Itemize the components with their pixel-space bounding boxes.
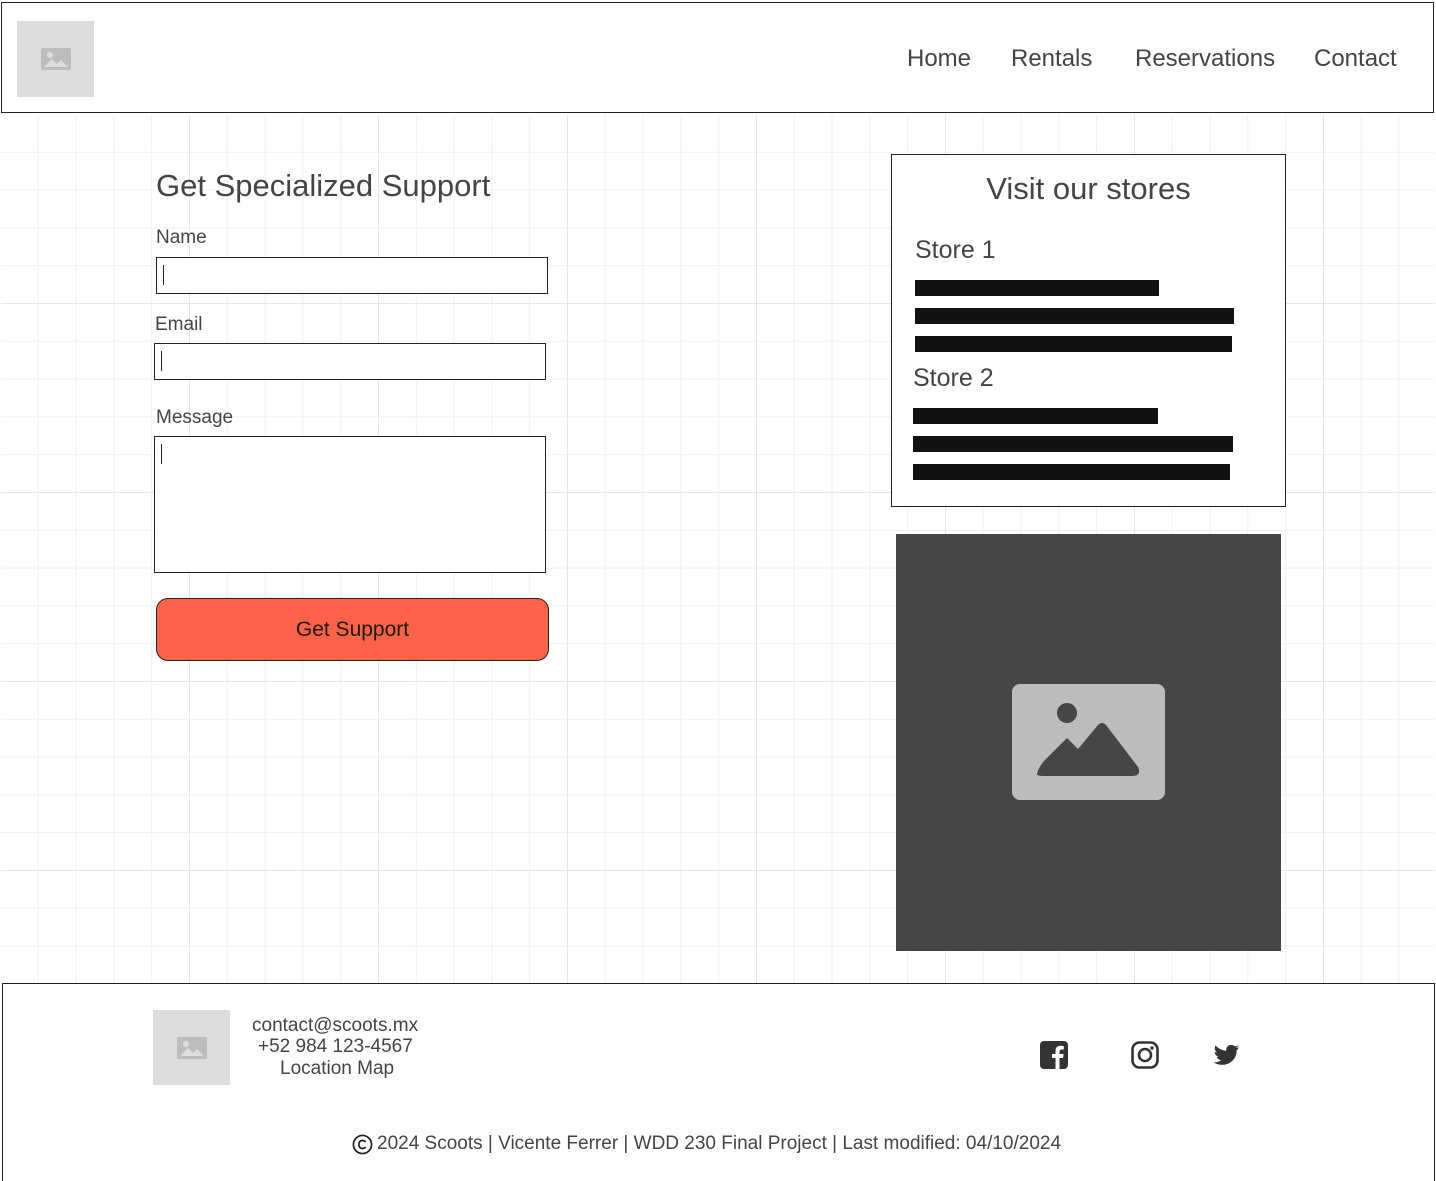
stores-title: Visit our stores bbox=[986, 171, 1191, 206]
name-label: Name bbox=[156, 227, 207, 248]
name-field[interactable] bbox=[156, 257, 548, 294]
store-name: Store 2 bbox=[913, 364, 994, 392]
footer-copyright: 2024 Scoots | Vicente Ferrer | WDD 230 F… bbox=[352, 1133, 1061, 1155]
redacted-text bbox=[913, 436, 1233, 452]
twitter-icon[interactable] bbox=[1211, 1040, 1241, 1070]
footer-phone: +52 984 123-4567 bbox=[258, 1036, 413, 1057]
redacted-text bbox=[913, 408, 1158, 424]
text-caret bbox=[161, 351, 162, 371]
footer-location-map-link[interactable]: Location Map bbox=[280, 1058, 394, 1080]
redacted-text bbox=[915, 308, 1234, 324]
copyright-icon bbox=[352, 1134, 373, 1154]
image-placeholder-icon bbox=[1012, 684, 1165, 800]
nav-reservations[interactable]: Reservations bbox=[1135, 45, 1275, 73]
footer-email[interactable]: contact@scoots.mx bbox=[252, 1015, 418, 1037]
message-field[interactable] bbox=[154, 436, 546, 573]
get-support-button[interactable]: Get Support bbox=[156, 598, 549, 661]
email-label: Email bbox=[155, 314, 203, 335]
redacted-text bbox=[915, 280, 1159, 296]
site-header: Home Rentals Reservations Contact bbox=[1, 2, 1434, 113]
redacted-text bbox=[915, 336, 1232, 352]
text-caret bbox=[161, 444, 162, 464]
email-field[interactable] bbox=[154, 343, 546, 380]
instagram-icon[interactable] bbox=[1130, 1040, 1160, 1070]
nav-rentals[interactable]: Rentals bbox=[1011, 45, 1092, 73]
image-placeholder-icon bbox=[176, 1036, 207, 1059]
text-caret bbox=[163, 265, 164, 285]
redacted-text bbox=[913, 464, 1230, 480]
nav-home[interactable]: Home bbox=[907, 45, 971, 73]
nav-contact[interactable]: Contact bbox=[1314, 45, 1397, 73]
copyright-text: 2024 Scoots | Vicente Ferrer | WDD 230 F… bbox=[377, 1133, 1062, 1154]
footer-logo[interactable] bbox=[153, 1010, 230, 1085]
map-image bbox=[896, 534, 1281, 951]
logo[interactable] bbox=[17, 21, 94, 97]
facebook-icon[interactable] bbox=[1039, 1040, 1069, 1070]
image-placeholder-icon bbox=[40, 48, 71, 70]
form-title: Get Specialized Support bbox=[156, 168, 491, 203]
stores-card: Visit our stores Store 1 Store 2 bbox=[891, 154, 1286, 507]
message-label: Message bbox=[156, 407, 234, 428]
store-name: Store 1 bbox=[915, 236, 996, 264]
